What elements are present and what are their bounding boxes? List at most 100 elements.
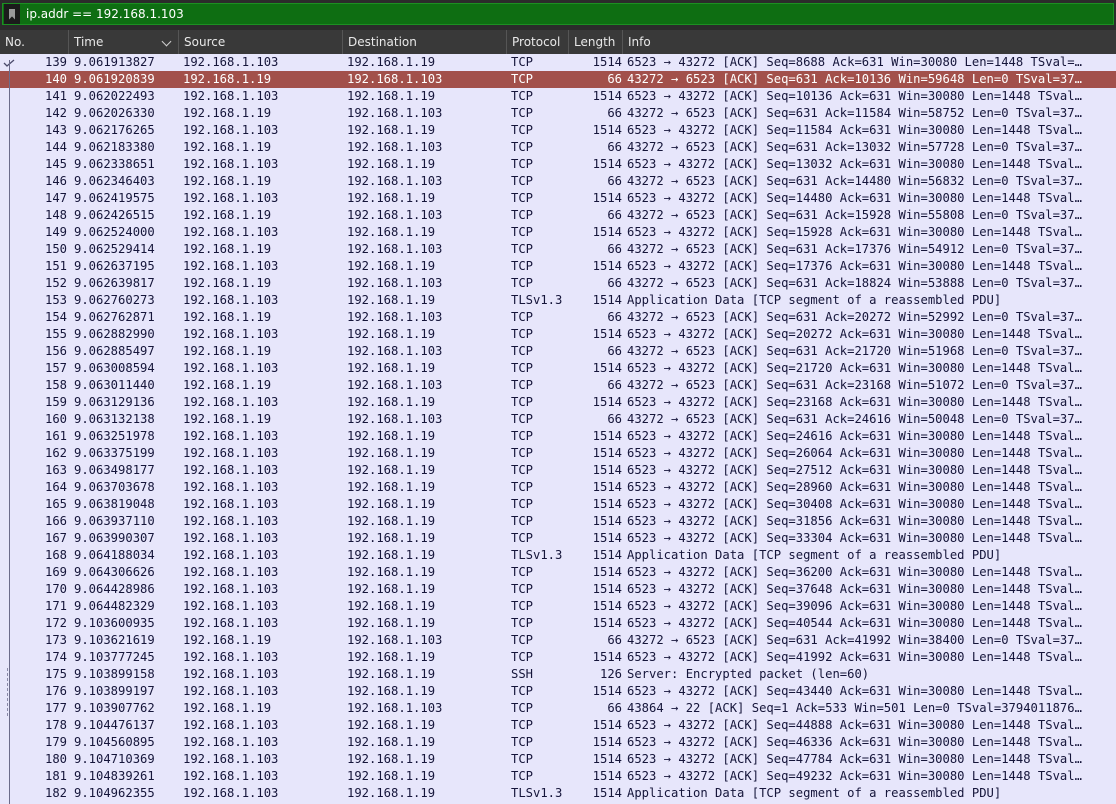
- table-row[interactable]: 159 9.063129136 192.168.1.103 192.168.1.19 T…: [0, 394, 1116, 411]
- table-row[interactable]: 145 9.062338651 192.168.1.103 192.168.1.19 T…: [0, 156, 1116, 173]
- packet-time: 9.063498177: [74, 463, 155, 477]
- packet-source: 192.168.1.19: [183, 72, 272, 86]
- column-header-destination[interactable]: Destination: [343, 30, 507, 54]
- table-row[interactable]: 177 9.103907762 192.168.1.19 192.168.1.103 T…: [0, 700, 1116, 717]
- packet-source: 192.168.1.103: [183, 667, 279, 681]
- packet-info: 43272 → 6523 [ACK] Seq=631 Ack=18824 Win…: [627, 276, 1082, 290]
- packet-length: 66: [607, 208, 622, 222]
- table-row[interactable]: 151 9.062637195 192.168.1.103 192.168.1.19 T…: [0, 258, 1116, 275]
- table-row[interactable]: 175 9.103899158 192.168.1.103 192.168.1.19 S…: [0, 666, 1116, 683]
- packet-length: 1514: [592, 157, 622, 171]
- table-row[interactable]: 162 9.063375199 192.168.1.103 192.168.1.19 T…: [0, 445, 1116, 462]
- packet-info: 43272 → 6523 [ACK] Seq=631 Ack=10136 Win…: [627, 72, 1082, 86]
- table-row[interactable]: 180 9.104710369 192.168.1.103 192.168.1.19 T…: [0, 751, 1116, 768]
- packet-number: 171: [44, 599, 67, 613]
- packet-destination: 192.168.1.19: [347, 667, 436, 681]
- packet-info: 6523 → 43272 [ACK] Seq=40544 Ack=631 Win…: [627, 616, 1082, 630]
- column-header-source[interactable]: Source: [179, 30, 343, 54]
- packet-length: 66: [607, 633, 622, 647]
- packet-list[interactable]: 139 9.061913827 192.168.1.103 192.168.1.19 T…: [0, 54, 1116, 804]
- packet-destination: 192.168.1.103: [347, 72, 443, 86]
- packet-length: 1514: [592, 327, 622, 341]
- table-row[interactable]: 173 9.103621619 192.168.1.19 192.168.1.103 T…: [0, 632, 1116, 649]
- column-header-protocol[interactable]: Protocol: [507, 30, 569, 54]
- packet-time: 9.063375199: [74, 446, 155, 460]
- packet-info: 6523 → 43272 [ACK] Seq=26064 Ack=631 Win…: [627, 446, 1082, 460]
- table-row[interactable]: 163 9.063498177 192.168.1.103 192.168.1.19 T…: [0, 462, 1116, 479]
- table-row[interactable]: 166 9.063937110 192.168.1.103 192.168.1.19 T…: [0, 513, 1116, 530]
- packet-time: 9.104560895: [74, 735, 155, 749]
- table-row[interactable]: 160 9.063132138 192.168.1.19 192.168.1.103 T…: [0, 411, 1116, 428]
- table-row[interactable]: 179 9.104560895 192.168.1.103 192.168.1.19 T…: [0, 734, 1116, 751]
- column-header-no[interactable]: No.: [0, 30, 69, 54]
- table-row[interactable]: 174 9.103777245 192.168.1.103 192.168.1.19 T…: [0, 649, 1116, 666]
- packet-info: 6523 → 43272 [ACK] Seq=23168 Ack=631 Win…: [627, 395, 1082, 409]
- packet-destination: 192.168.1.19: [347, 514, 436, 528]
- table-row[interactable]: 143 9.062176265 192.168.1.103 192.168.1.19 T…: [0, 122, 1116, 139]
- packet-info: 43272 → 6523 [ACK] Seq=631 Ack=15928 Win…: [627, 208, 1082, 222]
- table-row[interactable]: 165 9.063819048 192.168.1.103 192.168.1.19 T…: [0, 496, 1116, 513]
- table-row[interactable]: 164 9.063703678 192.168.1.103 192.168.1.19 T…: [0, 479, 1116, 496]
- packet-info: 6523 → 43272 [ACK] Seq=36200 Ack=631 Win…: [627, 565, 1082, 579]
- column-header-length[interactable]: Length: [569, 30, 623, 54]
- packet-destination: 192.168.1.19: [347, 191, 436, 205]
- display-filter-input[interactable]: [20, 4, 1113, 24]
- table-row[interactable]: 150 9.062529414 192.168.1.19 192.168.1.103 T…: [0, 241, 1116, 258]
- table-row[interactable]: 171 9.064482329 192.168.1.103 192.168.1.19 T…: [0, 598, 1116, 615]
- table-row[interactable]: 157 9.063008594 192.168.1.103 192.168.1.19 T…: [0, 360, 1116, 377]
- table-row[interactable]: 155 9.062882990 192.168.1.103 192.168.1.19 T…: [0, 326, 1116, 343]
- table-row[interactable]: 182 9.104962355 192.168.1.103 192.168.1.19 T…: [0, 785, 1116, 802]
- packet-length: 126: [599, 667, 622, 681]
- table-row[interactable]: 141 9.062022493 192.168.1.103 192.168.1.19 T…: [0, 88, 1116, 105]
- packet-info: 43272 → 6523 [ACK] Seq=631 Ack=11584 Win…: [627, 106, 1082, 120]
- packet-time: 9.062885497: [74, 344, 155, 358]
- table-row[interactable]: 149 9.062524000 192.168.1.103 192.168.1.19 T…: [0, 224, 1116, 241]
- table-row[interactable]: 147 9.062419575 192.168.1.103 192.168.1.19 T…: [0, 190, 1116, 207]
- table-row-selected[interactable]: 140 9.061920839 192.168.1.19 192.168.1.103 T…: [0, 71, 1116, 88]
- column-header-info[interactable]: Info: [623, 30, 1116, 54]
- table-row[interactable]: 152 9.062639817 192.168.1.19 192.168.1.103 T…: [0, 275, 1116, 292]
- table-row[interactable]: 167 9.063990307 192.168.1.103 192.168.1.19 T…: [0, 530, 1116, 547]
- packet-number: 167: [44, 531, 67, 545]
- table-row[interactable]: 170 9.064428986 192.168.1.103 192.168.1.19 T…: [0, 581, 1116, 598]
- chevron-down-icon[interactable]: [161, 36, 172, 47]
- table-row[interactable]: 158 9.063011440 192.168.1.19 192.168.1.103 T…: [0, 377, 1116, 394]
- packet-protocol: TCP: [511, 718, 534, 732]
- packet-number: 166: [44, 514, 67, 528]
- packet-length: 1514: [592, 55, 622, 69]
- packet-protocol: TCP: [511, 55, 534, 69]
- packet-length: 1514: [592, 735, 622, 749]
- packet-protocol: TCP: [511, 480, 534, 494]
- table-row[interactable]: 178 9.104476137 192.168.1.103 192.168.1.19 T…: [0, 717, 1116, 734]
- table-row[interactable]: 169 9.064306626 192.168.1.103 192.168.1.19 T…: [0, 564, 1116, 581]
- packet-destination: 192.168.1.19: [347, 616, 436, 630]
- packet-destination: 192.168.1.103: [347, 633, 443, 647]
- bookmark-icon[interactable]: [4, 4, 20, 24]
- table-row[interactable]: 168 9.064188034 192.168.1.103 192.168.1.19 T…: [0, 547, 1116, 564]
- packet-destination: 192.168.1.19: [347, 548, 436, 562]
- table-row[interactable]: 172 9.103600935 192.168.1.103 192.168.1.19 T…: [0, 615, 1116, 632]
- table-row[interactable]: 144 9.062183380 192.168.1.19 192.168.1.103 T…: [0, 139, 1116, 156]
- packet-number: 142: [44, 106, 67, 120]
- table-row[interactable]: 154 9.062762871 192.168.1.19 192.168.1.103 T…: [0, 309, 1116, 326]
- table-row[interactable]: 148 9.062426515 192.168.1.19 192.168.1.103 T…: [0, 207, 1116, 224]
- table-row[interactable]: 142 9.062026330 192.168.1.19 192.168.1.103 T…: [0, 105, 1116, 122]
- packet-protocol: TCP: [511, 769, 534, 783]
- packet-info: 6523 → 43272 [ACK] Seq=27512 Ack=631 Win…: [627, 463, 1082, 477]
- packet-number: 170: [44, 582, 67, 596]
- packet-number: 157: [44, 361, 67, 375]
- table-row[interactable]: 139 9.061913827 192.168.1.103 192.168.1.19 T…: [0, 54, 1116, 71]
- table-row[interactable]: 146 9.062346403 192.168.1.19 192.168.1.103 T…: [0, 173, 1116, 190]
- packet-info: Application Data [TCP segment of a reass…: [627, 293, 1002, 307]
- table-row[interactable]: 156 9.062885497 192.168.1.19 192.168.1.103 T…: [0, 343, 1116, 360]
- packet-length: 1514: [592, 548, 622, 562]
- table-row[interactable]: 181 9.104839261 192.168.1.103 192.168.1.19 T…: [0, 768, 1116, 785]
- packet-info: Application Data [TCP segment of a reass…: [627, 548, 1002, 562]
- packet-protocol: TCP: [511, 89, 534, 103]
- table-row[interactable]: 153 9.062760273 192.168.1.103 192.168.1.19 T…: [0, 292, 1116, 309]
- column-header-time[interactable]: Time: [69, 30, 179, 54]
- packet-source: 192.168.1.19: [183, 633, 272, 647]
- table-row[interactable]: 176 9.103899197 192.168.1.103 192.168.1.19 T…: [0, 683, 1116, 700]
- packet-source: 192.168.1.103: [183, 89, 279, 103]
- table-row[interactable]: 161 9.063251978 192.168.1.103 192.168.1.19 T…: [0, 428, 1116, 445]
